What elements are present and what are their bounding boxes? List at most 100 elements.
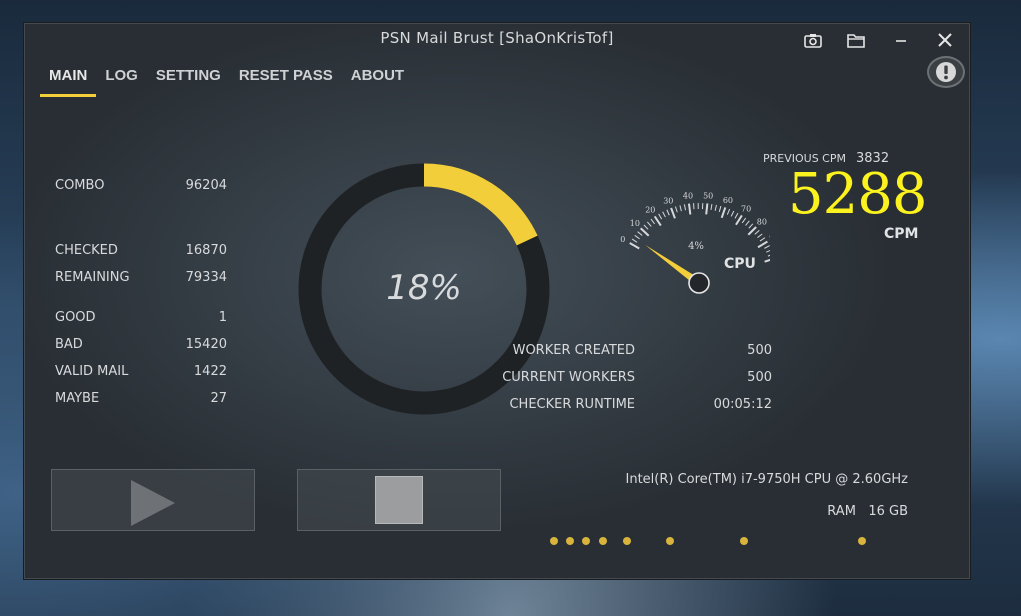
gauge-major-tick: [670, 207, 676, 219]
gauge-minor-tick: [734, 212, 739, 219]
camera-icon[interactable]: [800, 29, 826, 51]
checker-runtime-row: CHECKER RUNTIME 00:05:12: [492, 397, 772, 413]
gauge-minor-tick: [683, 204, 687, 211]
gauge-minor-tick: [730, 210, 735, 217]
gauge-minor-tick: [674, 206, 678, 213]
app-window: PSN Mail Brust [ShaOnKrisTof] MAIN LOG S…: [23, 22, 971, 580]
gauge-tick-label: 80: [757, 217, 767, 226]
gauge-tick-label: 50: [703, 191, 713, 200]
gauge-tick-label: 90: [769, 233, 770, 242]
gauge-minor-tick: [643, 224, 649, 230]
gauge-minor-tick: [634, 234, 640, 240]
stat-bad: BAD 15420: [55, 337, 227, 353]
progress-percent: 18%: [386, 268, 462, 308]
loading-dot: [550, 537, 558, 545]
tab-log[interactable]: LOG: [96, 67, 147, 90]
worker-label: CHECKER RUNTIME: [509, 397, 635, 412]
tab-bar: MAIN LOG SETTING RESET PASS ABOUT: [40, 67, 413, 97]
worker-created-row: WORKER CREATED 500: [492, 343, 772, 359]
gauge-minor-tick: [631, 238, 638, 243]
cpu-gauge: 01020304050607080901004%: [620, 191, 770, 294]
stat-maybe: MAYBE 27: [55, 391, 227, 407]
worker-label: CURRENT WORKERS: [502, 370, 635, 385]
ram-value: 16 GB: [868, 504, 908, 519]
stat-value: 27: [210, 391, 227, 406]
worker-value: 500: [747, 343, 772, 358]
worker-value: 500: [747, 370, 772, 385]
ram-label: RAM: [827, 504, 856, 519]
stat-label: CHECKED: [55, 243, 118, 258]
gauge-tick-label: 60: [723, 196, 733, 205]
loading-dot: [599, 537, 607, 545]
cpm-unit: CPM: [884, 226, 919, 242]
stat-value: 1: [218, 310, 227, 325]
gauge-major-tick: [764, 258, 770, 263]
loading-dot: [623, 537, 631, 545]
stat-value: 15420: [185, 337, 227, 352]
loading-dot: [582, 537, 590, 545]
stat-label: COMBO: [55, 178, 105, 193]
gauge-major-tick: [757, 240, 768, 249]
gauge-minor-tick: [767, 254, 770, 257]
gauge-minor-tick: [745, 220, 750, 226]
window-title: PSN Mail Brust [ShaOnKrisTof]: [380, 29, 614, 47]
gauge-major-tick: [735, 214, 743, 226]
cpu-label: CPU: [724, 256, 756, 272]
stat-checked: CHECKED 16870: [55, 243, 227, 259]
gauge-minor-tick: [710, 203, 713, 211]
stat-label: MAYBE: [55, 391, 100, 406]
gauge-major-tick: [720, 207, 727, 219]
gauge-major-tick: [687, 203, 692, 215]
worker-value: 00:05:12: [713, 397, 772, 412]
gauge-minor-tick: [646, 221, 652, 227]
gauge-minor-tick: [759, 237, 766, 242]
minimize-icon[interactable]: [888, 29, 914, 51]
folder-icon[interactable]: [843, 29, 869, 51]
stat-value: 79334: [185, 270, 227, 285]
tab-about[interactable]: ABOUT: [342, 67, 413, 90]
loading-dot: [740, 537, 748, 545]
gauge-minor-tick: [766, 249, 770, 253]
stat-value: 1422: [193, 364, 227, 379]
stat-value: 16870: [185, 243, 227, 258]
gauge-minor-tick: [662, 211, 666, 218]
loading-dot: [858, 537, 866, 545]
cpm-value: 5288: [788, 162, 928, 227]
gauge-tick-label: 70: [741, 205, 751, 214]
gauge-minor-tick: [666, 209, 670, 216]
loading-dot: [666, 537, 674, 545]
cpu-info: Intel(R) Core(TM) i7-9750H CPU @ 2.60GHz: [625, 472, 909, 487]
stat-value: 96204: [185, 178, 227, 193]
tab-main[interactable]: MAIN: [40, 67, 97, 97]
gauge-minor-tick: [757, 233, 763, 239]
tab-setting[interactable]: SETTING: [147, 67, 230, 90]
gauge-minor-tick: [658, 213, 663, 220]
gauge-hub: [688, 272, 710, 294]
stat-label: VALID MAIL: [55, 364, 129, 379]
gauge-minor-tick: [726, 208, 731, 215]
stat-label: BAD: [55, 337, 83, 352]
gauge-minor-tick: [754, 230, 760, 235]
close-icon[interactable]: [932, 29, 958, 51]
gauge-minor-tick: [714, 204, 717, 211]
gauge-tick-label: 40: [683, 192, 693, 201]
gauge-minor-tick: [650, 218, 655, 225]
gauge-minor-tick: [679, 205, 682, 212]
stop-button[interactable]: [297, 469, 501, 531]
play-icon: [131, 480, 175, 526]
gauge-value-text: 4%: [688, 241, 704, 252]
stat-label: REMAINING: [55, 270, 130, 285]
gauge-tick-label: 0: [620, 235, 625, 244]
loading-dot: [566, 537, 574, 545]
gauge-tick-label: 20: [645, 206, 655, 215]
tab-reset-pass[interactable]: RESET PASS: [230, 67, 342, 90]
current-workers-row: CURRENT WORKERS 500: [492, 370, 772, 386]
ram-info: RAM 16 GB: [827, 504, 908, 519]
gauge-tick-label: 30: [663, 197, 673, 206]
stat-valid-mail: VALID MAIL 1422: [55, 364, 227, 380]
alert-icon[interactable]: [927, 56, 965, 88]
gauge-major-tick: [653, 215, 662, 227]
gauge-minor-tick: [741, 217, 747, 224]
stat-remaining: REMAINING 79334: [55, 270, 227, 286]
start-button[interactable]: [51, 469, 255, 531]
